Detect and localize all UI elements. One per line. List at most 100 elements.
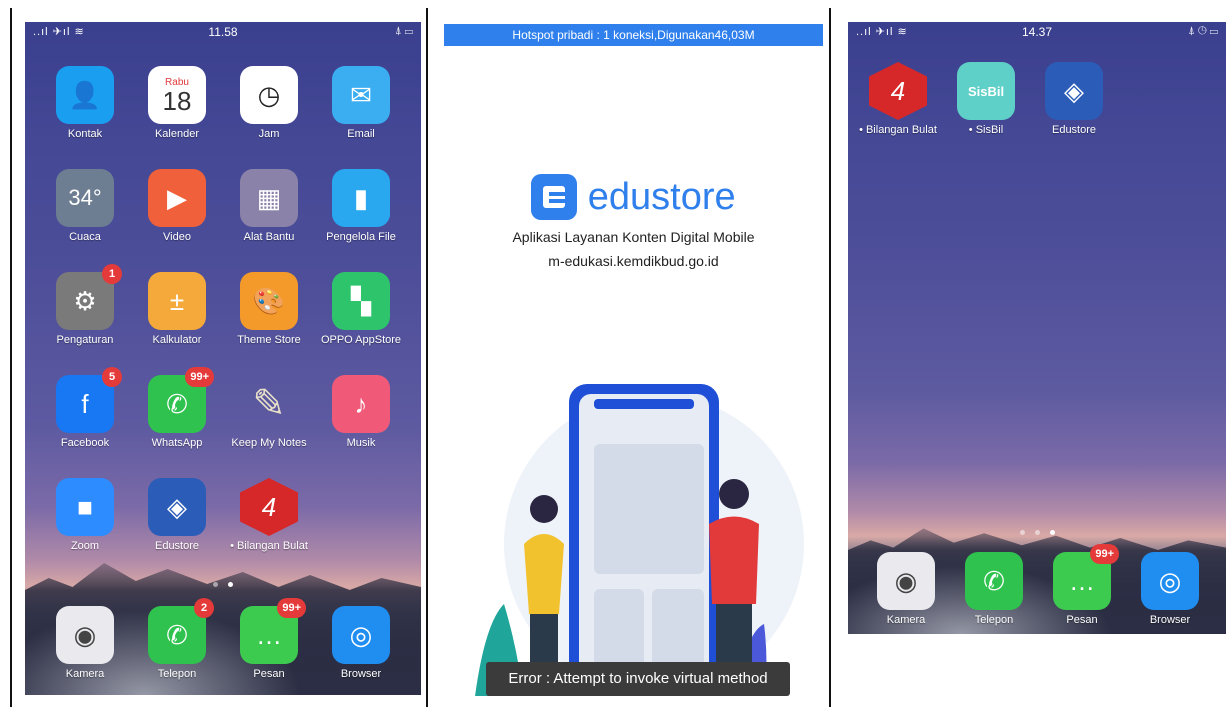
clock-icon: ◷: [240, 66, 298, 124]
app-camera[interactable]: ◉ Kamera: [39, 606, 131, 681]
app-sisbil[interactable]: SisBil • SisBil: [940, 62, 1032, 137]
facebook-icon: f5: [56, 367, 122, 433]
app-browser[interactable]: ◎ Browser: [315, 606, 407, 681]
app-bilangan-bulat[interactable]: 4 • Bilangan Bulat: [223, 478, 315, 553]
app-edustore[interactable]: ◈ Edustore: [131, 478, 223, 553]
app-label: • SisBil: [968, 124, 1004, 136]
notes-icon: ✎: [252, 382, 286, 426]
contact-icon: 👤: [56, 66, 114, 124]
divider-middle-right: [829, 8, 831, 707]
notification-badge: 2: [194, 598, 214, 618]
browser-icon: ◎: [332, 606, 390, 664]
app-zoom[interactable]: ■ Zoom: [39, 478, 131, 553]
notification-badge: 99+: [185, 367, 214, 387]
app-play[interactable]: ▶ Video: [131, 169, 223, 244]
mail-icon: ✉: [332, 66, 390, 124]
app-label: Kalkulator: [152, 334, 202, 346]
camera-icon: ◉: [877, 552, 935, 610]
status-bar: ..ıl ✈ıl ≋ 11.58 ⍋ ▭: [25, 22, 421, 42]
app-label: Edustore: [1051, 124, 1097, 136]
app-label: Telepon: [157, 668, 197, 680]
app-music[interactable]: ♪ Musik: [315, 375, 407, 450]
app-calculator[interactable]: ± Kalkulator: [131, 272, 223, 347]
calendar-date: 18: [162, 85, 192, 116]
app-phone[interactable]: ✆ Telepon: [948, 552, 1040, 627]
app-label: Browser: [340, 668, 382, 680]
page-indicator: [848, 522, 1226, 540]
tools-folder-icon: ▦: [240, 169, 298, 227]
app-label: OPPO AppStore: [320, 334, 402, 346]
app-label: Pesan: [1066, 614, 1098, 626]
app-label: WhatsApp: [151, 437, 203, 449]
app-label: Cuaca: [69, 231, 101, 243]
app-label: Pesan: [253, 668, 285, 680]
app-label: Jam: [258, 128, 280, 140]
person-right-shirt: [709, 516, 759, 604]
error-toast: Error : Attempt to invoke virtual method: [486, 662, 790, 696]
app-file-manager[interactable]: ▮ Pengelola File: [315, 169, 407, 244]
right-phone-screen: ..ıl ✈ıl ≋ 14.37 ⍋ ◷ ▭ 4 • Bilangan Bulat…: [848, 22, 1226, 634]
app-label: Telepon: [974, 614, 1014, 626]
app-phone[interactable]: ✆ 2 Telepon: [131, 598, 223, 681]
app-label: Browser: [1149, 614, 1191, 626]
edustore-logo-icon: [531, 174, 578, 220]
app-browser[interactable]: ◎ Browser: [1124, 552, 1216, 627]
calendar-icon: Rabu 18: [148, 66, 206, 124]
app-label: • Bilangan Bulat: [230, 540, 308, 552]
message-icon: … 99+: [240, 598, 306, 664]
divider-left: [10, 8, 12, 707]
person-left-shirt: [524, 534, 564, 614]
app-appstore[interactable]: ▚ OPPO AppStore: [315, 272, 407, 347]
divider-middle-left: [426, 8, 428, 707]
app-message[interactable]: … 99+ Pesan: [223, 598, 315, 681]
app-settings[interactable]: ⚙ 1 Pengaturan: [39, 264, 131, 347]
zoom-icon: ■: [56, 478, 114, 536]
app-label: Video: [163, 231, 191, 243]
person-left-head: [530, 495, 558, 523]
palette-icon: 🎨: [240, 272, 298, 330]
app-clock[interactable]: ◷ Jam: [223, 66, 315, 141]
app-edustore[interactable]: ◈ Edustore: [1028, 62, 1120, 137]
app-tools-folder[interactable]: ▦ Alat Bantu: [223, 169, 315, 244]
app-contact[interactable]: 👤 Kontak: [39, 66, 131, 141]
app-label: Theme Store: [237, 334, 301, 346]
edustore-wordmark: edustore: [587, 175, 736, 218]
app-mail[interactable]: ✉ Email: [315, 66, 407, 141]
tagline-url: m-edukasi.kemdikbud.go.id: [548, 253, 719, 269]
sisbil-text: SisBil: [967, 83, 1005, 99]
app-label: Pengaturan: [56, 334, 114, 346]
status-icons-right: ⍋ ▭: [394, 25, 413, 37]
app-label: Kalender: [154, 128, 200, 140]
clock-time: 14.37: [1021, 25, 1053, 39]
sisbil-icon: SisBil: [957, 62, 1015, 120]
notification-badge: 99+: [277, 598, 306, 618]
appstore-icon: ▚: [332, 272, 390, 330]
edustore-icon: ◈: [1045, 62, 1103, 120]
settings-icon: ⚙ 1: [56, 264, 122, 330]
app-bilangan-bulat[interactable]: 4 • Bilangan Bulat: [852, 62, 944, 137]
edustore-brand: edustore: [444, 174, 823, 220]
music-icon: ♪: [332, 375, 390, 433]
app-label: Alat Bantu: [243, 231, 295, 243]
app-label: Email: [347, 128, 375, 140]
app-whatsapp[interactable]: ✆ 99+ WhatsApp: [131, 367, 223, 450]
status-bar: ..ıl ✈ıl ≋ 14.37 ⍋ ◷ ▭: [848, 22, 1226, 42]
app-weather[interactable]: 34° Cuaca: [39, 169, 131, 244]
clock-time: 11.58: [208, 25, 238, 39]
app-camera[interactable]: ◉ Kamera: [860, 552, 952, 627]
play-icon: ▶: [148, 169, 206, 227]
calculator-icon: ±: [148, 272, 206, 330]
app-facebook[interactable]: f 5 Facebook: [39, 367, 131, 450]
screenshot-collage: ..ıl ✈ıl ≋ 11.58 ⍋ ▭ 👤 Kontak Rabu 18 Kalend…: [0, 0, 1229, 707]
phone-icon: ✆: [965, 552, 1023, 610]
app-palette[interactable]: 🎨 Theme Store: [223, 272, 315, 347]
app-notes[interactable]: ✎ Keep My Notes: [223, 375, 315, 450]
hotspot-notification-bar: Hotspot pribadi : 1 koneksi,Digunakan46,…: [444, 24, 823, 46]
app-label: Pengelola File: [326, 231, 396, 243]
file-manager-icon: ▮: [332, 169, 390, 227]
app-calendar[interactable]: Rabu 18 Kalender: [131, 66, 223, 141]
app-message[interactable]: … 99+ Pesan: [1036, 544, 1128, 627]
bilangan-bulat-icon: 4: [869, 62, 927, 120]
left-phone-screen: ..ıl ✈ıl ≋ 11.58 ⍋ ▭ 👤 Kontak Rabu 18 Kalend…: [25, 22, 421, 695]
tagline-title: Aplikasi Layanan Konten Digital Mobile: [512, 229, 755, 245]
